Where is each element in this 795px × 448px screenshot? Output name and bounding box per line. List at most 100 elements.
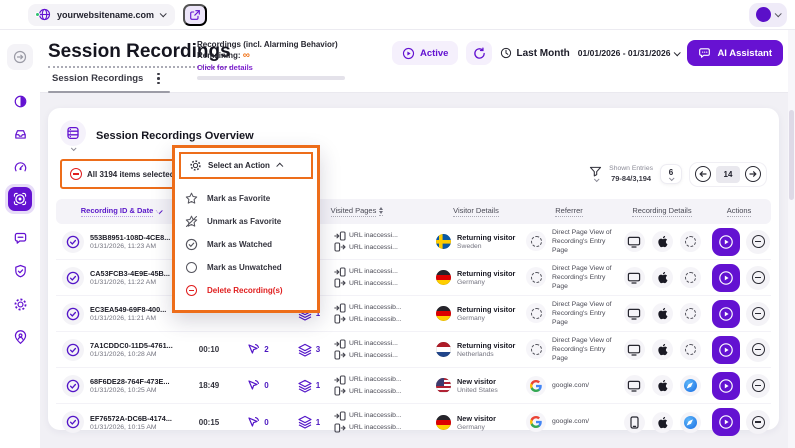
visited-pages-cell: URL inaccessi... URL inaccessi... bbox=[334, 266, 430, 289]
recording-date: 01/31/2026, 11:21 AM bbox=[90, 315, 186, 322]
remove-recording-button[interactable] bbox=[746, 410, 770, 434]
referrer-icon bbox=[526, 267, 546, 287]
website-selector[interactable]: yourwebsitename.com bbox=[28, 4, 175, 26]
sidebar-item-settings[interactable] bbox=[7, 291, 33, 317]
sidebar-item-shield[interactable] bbox=[7, 258, 33, 284]
play-icon bbox=[718, 414, 734, 430]
tab-session-recordings[interactable]: Session Recordings bbox=[48, 73, 147, 92]
sidebar-item-chat[interactable] bbox=[7, 225, 33, 251]
menu-item-unmark-favorite[interactable]: Unmark as Favorite bbox=[175, 210, 317, 233]
actions-cell bbox=[708, 228, 770, 256]
user-menu[interactable] bbox=[749, 3, 787, 27]
play-recording-button[interactable] bbox=[712, 300, 740, 328]
visited-pages-cell: URL inaccessi... URL inaccessi... bbox=[334, 230, 430, 253]
sidebar-item-visitor-location[interactable] bbox=[7, 324, 33, 350]
exit-url[interactable]: URL inaccessib... bbox=[349, 314, 402, 326]
star-slash-icon bbox=[185, 215, 198, 228]
row-selected-checkbox[interactable] bbox=[62, 411, 84, 433]
menu-item-mark-watched[interactable]: Mark as Watched bbox=[175, 233, 317, 256]
entry-url[interactable]: URL inaccessib... bbox=[349, 302, 402, 314]
chevron-down-icon bbox=[669, 175, 675, 181]
overview-table-icon-button[interactable] bbox=[60, 120, 86, 146]
entry-url[interactable]: URL inaccessi... bbox=[349, 338, 398, 350]
entry-url[interactable]: URL inaccessib... bbox=[349, 410, 402, 422]
remove-recording-button[interactable] bbox=[746, 230, 770, 254]
active-filter-button[interactable]: Active bbox=[392, 41, 459, 65]
open-website-button[interactable] bbox=[183, 4, 207, 26]
country-flag bbox=[436, 306, 451, 321]
row-selected-checkbox[interactable] bbox=[62, 339, 84, 361]
recordings-remaining: Recordings (incl. Alarming Behavior) Rem… bbox=[197, 40, 347, 80]
actions-cell bbox=[708, 372, 770, 400]
session-recordings-icon bbox=[13, 192, 27, 206]
menu-item-mark-favorite[interactable]: Mark as Favorite bbox=[175, 187, 317, 210]
row-selected-checkbox[interactable] bbox=[62, 303, 84, 325]
referrer-cell: Direct Page View of Recording's Entry Pa… bbox=[522, 336, 616, 364]
play-recording-button[interactable] bbox=[712, 228, 740, 256]
prev-page-button[interactable] bbox=[695, 166, 711, 182]
play-recording-button[interactable] bbox=[712, 372, 740, 400]
sidebar-item-gauge[interactable] bbox=[7, 154, 33, 180]
sidebar-item-inbox[interactable] bbox=[7, 121, 33, 147]
funnel-icon bbox=[589, 166, 602, 177]
row-selected-checkbox[interactable] bbox=[62, 267, 84, 289]
select-action-button[interactable]: Select an Action bbox=[179, 152, 313, 179]
entry-url[interactable]: URL inaccessi... bbox=[349, 266, 398, 278]
exit-url[interactable]: URL inaccessi... bbox=[349, 350, 398, 362]
google-icon bbox=[530, 416, 542, 428]
click-for-details-link[interactable]: Click for details bbox=[197, 63, 347, 72]
page-scrollbar[interactable] bbox=[788, 30, 795, 448]
referrer-icon bbox=[526, 412, 546, 432]
entry-url[interactable]: URL inaccessib... bbox=[349, 374, 402, 386]
menu-item-mark-unwatched[interactable]: Mark as Unwatched bbox=[175, 256, 317, 279]
exit-url[interactable]: URL inaccessib... bbox=[349, 386, 402, 398]
sidebar-item-session-recordings[interactable] bbox=[5, 184, 35, 214]
remove-recording-button[interactable] bbox=[746, 302, 770, 326]
play-recording-button[interactable] bbox=[712, 336, 740, 364]
menu-item-delete-recordings[interactable]: Delete Recording(s) bbox=[175, 279, 317, 302]
apple-os-icon bbox=[652, 231, 673, 252]
remove-recording-button[interactable] bbox=[746, 374, 770, 398]
apple-os-icon bbox=[652, 339, 673, 360]
tab-options-kebab-icon[interactable] bbox=[157, 73, 160, 93]
remove-recording-button[interactable] bbox=[746, 266, 770, 290]
clicks-count: 2 bbox=[232, 343, 284, 356]
duration: 00:10 bbox=[186, 345, 232, 354]
browser-icon bbox=[680, 267, 701, 288]
referrer-text: Direct Page View of Recording's Entry Pa… bbox=[552, 300, 616, 328]
scrollbar-thumb[interactable] bbox=[789, 110, 794, 200]
entry-page-icon bbox=[334, 411, 346, 421]
circle-icon bbox=[186, 262, 197, 273]
play-recording-button[interactable] bbox=[712, 264, 740, 292]
minus-circle-icon bbox=[186, 285, 197, 296]
sidebar-item-dashboard[interactable] bbox=[7, 88, 33, 114]
exit-url[interactable]: URL inaccessi... bbox=[349, 242, 398, 254]
date-range-selector[interactable]: 01/01/2026 - 01/31/2026 bbox=[578, 48, 680, 58]
filter-button[interactable] bbox=[589, 166, 602, 182]
per-page-selector[interactable]: 6 bbox=[660, 164, 682, 184]
next-page-button[interactable] bbox=[745, 166, 761, 182]
entry-url[interactable]: URL inaccessi... bbox=[349, 230, 398, 242]
recording-id[interactable]: 7A1CDDC0-11D5-4761... bbox=[90, 341, 186, 350]
exit-url[interactable]: URL inaccessi... bbox=[349, 278, 398, 290]
deselect-minus-icon bbox=[70, 168, 82, 180]
refresh-button[interactable] bbox=[466, 41, 492, 65]
play-recording-button[interactable] bbox=[712, 408, 740, 436]
sidebar-collapse-button[interactable] bbox=[7, 44, 33, 70]
ai-assistant-button[interactable]: AI Assistant bbox=[687, 40, 783, 66]
check-circle-icon bbox=[185, 238, 198, 251]
visitor-details-cell: Returning visitorGermany bbox=[430, 269, 522, 286]
row-selected-checkbox[interactable] bbox=[62, 375, 84, 397]
row-selected-checkbox[interactable] bbox=[62, 231, 84, 253]
column-header-id-date[interactable]: Recording ID & Date bbox=[56, 206, 186, 217]
exit-url[interactable]: URL inaccessib... bbox=[349, 422, 402, 434]
recording-id[interactable]: 68F6DE28-764F-473E... bbox=[90, 377, 186, 386]
remove-recording-button[interactable] bbox=[746, 338, 770, 362]
recording-id[interactable]: EF76572A-DC6B-4174... bbox=[90, 414, 186, 423]
visited-pages-cell: URL inaccessib... URL inaccessib... bbox=[334, 410, 430, 433]
period-selector[interactable]: Last Month bbox=[500, 47, 569, 59]
play-icon bbox=[718, 270, 734, 286]
referrer-cell: google.com/ bbox=[522, 412, 616, 432]
page-header: Session Recordings Recordings (incl. Ala… bbox=[40, 30, 795, 93]
duration: 18:49 bbox=[186, 381, 232, 390]
